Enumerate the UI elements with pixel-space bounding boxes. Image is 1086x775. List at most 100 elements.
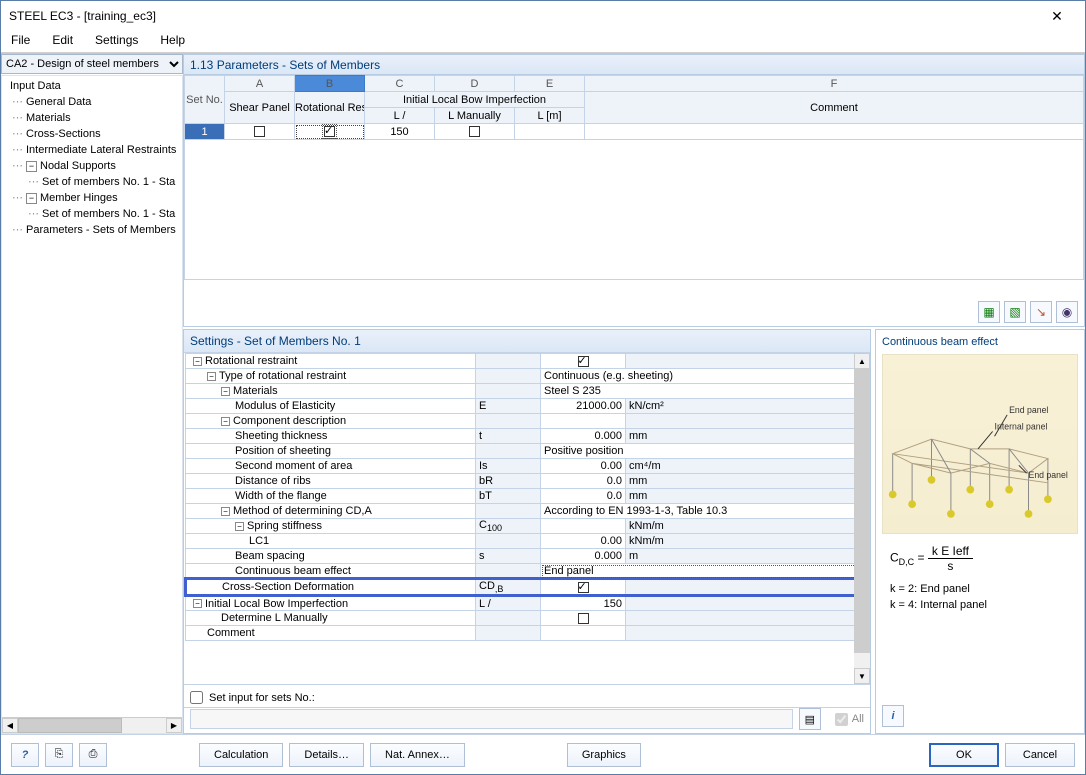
module-select[interactable]: CA2 - Design of steel members [1,54,183,74]
tree-lateral-restraints[interactable]: Intermediate Lateral Restraints [6,142,182,158]
expand-icon[interactable]: − [193,599,202,608]
value-cell[interactable]: 0.00 [541,534,626,549]
value-cell[interactable] [541,611,626,626]
property-row[interactable]: Second moment of areaIs0.00cm⁴/m [186,459,869,474]
col-b[interactable]: B [295,76,365,92]
ok-button[interactable]: OK [929,743,999,767]
checkbox-icon[interactable] [578,613,589,624]
menu-help[interactable]: Help [156,31,189,52]
tree-member-hinges[interactable]: −Member Hinges [6,190,182,206]
tree-materials[interactable]: Materials [6,110,182,126]
value-cell[interactable]: End panel [541,564,869,579]
value-cell[interactable] [541,354,626,369]
eye-icon[interactable]: ◉ [1056,301,1078,323]
col-f[interactable]: F [585,76,1084,92]
property-row[interactable]: Determine L Manually [186,611,869,626]
row-no[interactable]: 1 [185,124,225,140]
scroll-down-icon[interactable]: ▼ [854,668,870,684]
cancel-button[interactable]: Cancel [1005,743,1075,767]
info-icon[interactable]: i [882,705,904,727]
checkbox-icon[interactable] [578,582,589,593]
help-icon[interactable]: ? [11,743,39,767]
cell-ldiv[interactable]: 150 [365,124,435,140]
property-row[interactable]: −Component description [186,414,869,429]
expand-icon[interactable]: − [235,522,244,531]
property-row[interactable]: Sheeting thicknesst0.000mm [186,429,869,444]
pick-sets-icon[interactable]: ▤ [799,708,821,730]
property-row[interactable]: Continuous beam effectEnd panel [186,564,869,579]
value-cell[interactable]: 0.000 [541,429,626,444]
property-row[interactable]: Comment [186,626,869,641]
property-row[interactable]: Distance of ribsbR0.0mm [186,474,869,489]
expand-icon[interactable]: − [221,507,230,516]
cell-shear[interactable] [225,124,295,140]
graphics-button[interactable]: Graphics [567,743,641,767]
property-row[interactable]: Width of the flangebT0.0mm [186,489,869,504]
close-icon[interactable]: ✕ [1037,3,1077,29]
col-e[interactable]: E [515,76,585,92]
checkbox-icon[interactable] [578,356,589,367]
cell-lm[interactable] [515,124,585,140]
expand-icon[interactable]: − [221,417,230,426]
details-button[interactable]: Details… [289,743,364,767]
tree-nodal-supports[interactable]: −Nodal Supports [6,158,182,174]
property-row[interactable]: −Rotational restraint [186,354,869,369]
property-row[interactable]: −Method of determining CD,AAccording to … [186,504,869,519]
cell-lman[interactable] [435,124,515,140]
value-cell[interactable]: 21000.00 [541,399,626,414]
property-row[interactable]: Position of sheetingPositive position [186,444,869,459]
checkbox-icon[interactable] [254,126,265,137]
cell-comment[interactable] [585,124,1084,140]
set-input-checkbox[interactable] [190,691,203,704]
collapse-icon[interactable]: − [26,193,37,204]
tree-nodal-child[interactable]: Set of members No. 1 - Sta [6,174,182,190]
menu-edit[interactable]: Edit [48,31,77,52]
property-row[interactable]: LC10.00kNm/m [186,534,869,549]
menu-settings[interactable]: Settings [91,31,142,52]
value-cell[interactable] [541,414,626,429]
scroll-thumb[interactable] [854,369,870,653]
checkbox-icon[interactable] [324,126,335,137]
calculation-button[interactable]: Calculation [199,743,283,767]
export-2-icon[interactable]: ⎙ [79,743,107,767]
excel-export-icon[interactable]: ▦ [978,301,1000,323]
sidebar-hscroll[interactable]: ◀ ▶ [2,717,182,733]
property-row[interactable]: −Initial Local Bow ImperfectionL /150 [186,596,869,611]
scroll-up-icon[interactable]: ▲ [854,353,870,369]
tree-parameters[interactable]: Parameters - Sets of Members [6,222,182,238]
export-1-icon[interactable]: ⎘ [45,743,73,767]
col-c[interactable]: C [365,76,435,92]
value-cell[interactable] [541,626,626,641]
scroll-thumb[interactable] [18,718,122,733]
tree-hinges-child[interactable]: Set of members No. 1 - Sta [6,206,182,222]
value-cell[interactable]: 0.0 [541,489,626,504]
collapse-icon[interactable]: − [26,161,37,172]
tree-root[interactable]: Input Data [6,78,182,94]
value-cell[interactable] [541,519,626,534]
value-cell[interactable]: Continuous (e.g. sheeting) [541,369,869,384]
property-grid[interactable]: −Rotational restraint−Type of rotational… [184,353,870,641]
value-cell[interactable]: 150 [541,596,626,611]
scroll-left-icon[interactable]: ◀ [2,718,18,733]
expand-icon[interactable]: − [193,357,202,366]
excel-import-icon[interactable]: ▧ [1004,301,1026,323]
property-row[interactable]: −Spring stiffnessC100kNm/m [186,519,869,534]
settings-vscroll[interactable]: ▲ ▼ [854,353,870,684]
checkbox-icon[interactable] [469,126,480,137]
value-cell[interactable] [541,579,626,596]
expand-icon[interactable]: − [207,372,216,381]
tree-cross-sections[interactable]: Cross-Sections [6,126,182,142]
tree-general-data[interactable]: General Data [6,94,182,110]
col-a[interactable]: A [225,76,295,92]
pick-icon[interactable]: ↘ [1030,301,1052,323]
nat-annex-button[interactable]: Nat. Annex… [370,743,465,767]
members-grid[interactable]: Set No. A B C D E F Shear Panel Rotation… [184,75,1084,280]
menu-file[interactable]: File [7,31,34,52]
expand-icon[interactable]: − [221,387,230,396]
property-row[interactable]: Cross-Section DeformationCD,B [186,579,869,596]
value-cell[interactable]: Positive position [541,444,869,459]
value-cell[interactable]: 0.000 [541,549,626,564]
property-row[interactable]: Modulus of ElasticityE21000.00kN/cm² [186,399,869,414]
value-cell[interactable]: 0.00 [541,459,626,474]
set-input-field[interactable] [190,709,793,729]
